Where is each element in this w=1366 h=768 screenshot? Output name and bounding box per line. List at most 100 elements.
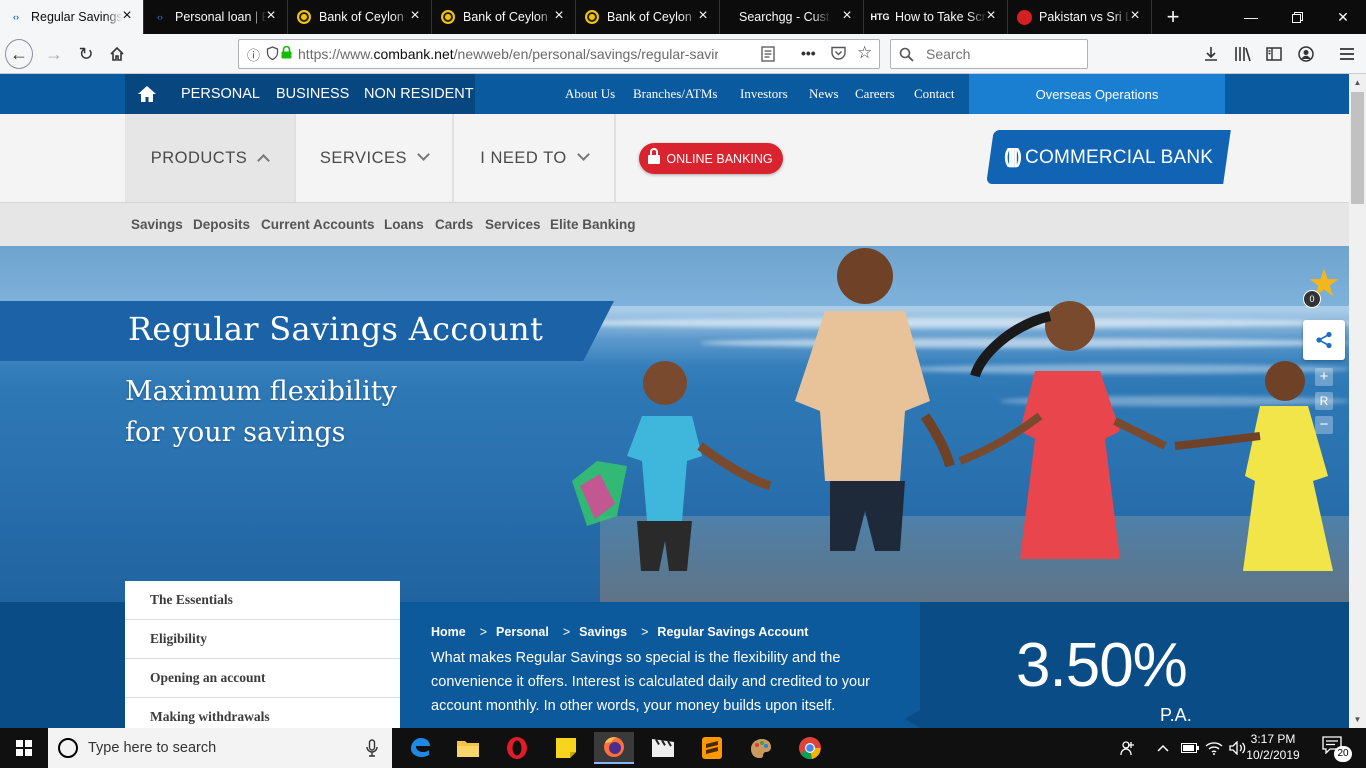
- close-tab-icon[interactable]: ×: [1127, 8, 1143, 24]
- zoom-out-button[interactable]: −: [1315, 416, 1333, 434]
- main-menu: PRODUCTS SERVICES I NEED TO ONLINE BANKI…: [0, 114, 1349, 202]
- tab-bank-of-ceylon-2[interactable]: Bank of Ceylon ×: [432, 0, 576, 34]
- minimize-window-icon[interactable]: —: [1228, 0, 1274, 34]
- browser-tab-strip: ‹› Regular Savings Acco × ‹› Personal lo…: [0, 0, 1366, 34]
- sidebar-toggle-icon[interactable]: [1260, 40, 1288, 68]
- menu-services[interactable]: SERVICES: [296, 114, 454, 202]
- file-explorer-icon[interactable]: [448, 732, 488, 764]
- microphone-icon[interactable]: [366, 739, 378, 757]
- taskbar-search[interactable]: Type here to search: [48, 728, 392, 768]
- new-tab-icon[interactable]: +: [1160, 4, 1186, 30]
- tab-title: Searchgg - Custom Se: [739, 10, 831, 24]
- search-bar[interactable]: Search: [890, 39, 1088, 69]
- zoom-reset-button[interactable]: R: [1315, 392, 1333, 410]
- breadcrumb-home[interactable]: Home: [431, 625, 466, 639]
- submenu-deposits[interactable]: Deposits: [193, 217, 250, 232]
- pocket-icon[interactable]: [831, 46, 846, 63]
- segment-business[interactable]: BUSINESS: [276, 86, 349, 102]
- tab-personal-loan[interactable]: ‹› Personal loan | Busi ×: [144, 0, 288, 34]
- breadcrumb-savings[interactable]: Savings: [579, 625, 627, 639]
- close-window-icon[interactable]: ✕: [1320, 0, 1366, 34]
- battery-icon[interactable]: [1181, 728, 1199, 768]
- tab-regular-savings[interactable]: ‹› Regular Savings Acco ×: [0, 0, 144, 34]
- downloads-icon[interactable]: [1197, 40, 1225, 68]
- tab-searchgg[interactable]: Searchgg - Custom Se ×: [720, 0, 864, 34]
- menu-i-need-to[interactable]: I NEED TO: [454, 114, 616, 202]
- back-button[interactable]: ←: [5, 39, 33, 69]
- zoom-in-button[interactable]: +: [1315, 368, 1333, 386]
- reload-icon[interactable]: ↻: [72, 40, 100, 68]
- hamburger-menu-icon[interactable]: [1333, 40, 1361, 68]
- page-actions-icon[interactable]: •••: [801, 45, 816, 61]
- firefox-icon[interactable]: [594, 732, 634, 764]
- breadcrumb-personal[interactable]: Personal: [496, 625, 549, 639]
- tab-how-to-screenshot[interactable]: HTG How to Take Screensh ×: [864, 0, 1008, 34]
- close-tab-icon[interactable]: ×: [119, 8, 135, 24]
- start-button[interactable]: [0, 728, 48, 768]
- bookmark-star-icon[interactable]: ☆: [857, 43, 872, 63]
- tab-pakistan-vs-sri-lanka[interactable]: Pakistan vs Sri Lanka ×: [1008, 0, 1152, 34]
- restore-window-icon[interactable]: [1274, 0, 1320, 34]
- segment-non-resident[interactable]: NON RESIDENT: [364, 86, 474, 102]
- sublime-text-icon[interactable]: [692, 732, 732, 764]
- sidenav-eligibility[interactable]: Eligibility: [125, 620, 400, 659]
- tab-bank-of-ceylon-1[interactable]: Bank of Ceylon ×: [288, 0, 432, 34]
- info-icon[interactable]: ⓘ: [247, 45, 260, 64]
- link-news[interactable]: News: [809, 86, 839, 102]
- close-tab-icon[interactable]: ×: [983, 8, 999, 24]
- submenu-savings[interactable]: Savings: [131, 217, 183, 232]
- site-home-button[interactable]: [125, 74, 169, 114]
- close-tab-icon[interactable]: ×: [839, 8, 855, 24]
- secure-lock-icon[interactable]: [281, 45, 292, 62]
- menu-label: I NEED TO: [480, 148, 567, 167]
- submenu-loans[interactable]: Loans: [384, 217, 424, 232]
- segment-personal[interactable]: PERSONAL: [181, 86, 260, 102]
- submenu-elite-banking[interactable]: Elite Banking: [550, 217, 636, 232]
- commercial-bank-logo[interactable]: (|||) COMMERCIAL BANK: [986, 130, 1231, 184]
- tab-bank-of-ceylon-3[interactable]: Bank of Ceylon ×: [576, 0, 720, 34]
- menu-products[interactable]: PRODUCTS: [125, 114, 296, 202]
- scroll-up-icon[interactable]: ▲: [1349, 74, 1366, 91]
- submenu-current-accounts[interactable]: Current Accounts: [261, 217, 375, 232]
- tracking-shield-icon[interactable]: [266, 45, 279, 63]
- people-icon[interactable]: [1120, 728, 1136, 768]
- home-icon[interactable]: [103, 40, 131, 68]
- close-tab-icon[interactable]: ×: [695, 8, 711, 24]
- link-careers[interactable]: Careers: [855, 86, 895, 102]
- online-banking-button[interactable]: ONLINE BANKING: [639, 143, 783, 174]
- account-icon[interactable]: [1292, 40, 1320, 68]
- overseas-operations-link[interactable]: Overseas Operations: [969, 74, 1225, 114]
- scrollbar-thumb[interactable]: [1351, 92, 1364, 204]
- scroll-down-icon[interactable]: ▼: [1349, 711, 1366, 728]
- close-tab-icon[interactable]: ×: [263, 8, 279, 24]
- sidenav-the-essentials[interactable]: The Essentials: [125, 581, 400, 620]
- link-about-us[interactable]: About Us: [565, 86, 615, 102]
- tab-title: Pakistan vs Sri Lanka: [1039, 10, 1131, 24]
- close-tab-icon[interactable]: ×: [551, 8, 567, 24]
- taskbar-search-placeholder: Type here to search: [88, 740, 217, 756]
- submenu-services[interactable]: Services: [485, 217, 541, 232]
- submenu-cards[interactable]: Cards: [435, 217, 473, 232]
- paint-app-icon[interactable]: [741, 732, 781, 764]
- sticky-notes-icon[interactable]: [546, 732, 586, 764]
- system-clock[interactable]: 3:17 PM 10/2/2019: [1238, 731, 1308, 763]
- link-investors[interactable]: Investors: [740, 86, 788, 102]
- link-branches-atms[interactable]: Branches/ATMs: [633, 86, 718, 102]
- library-icon[interactable]: [1229, 40, 1257, 68]
- forward-arrow-icon[interactable]: →: [40, 40, 68, 68]
- chrome-icon[interactable]: [790, 732, 830, 764]
- action-center-button[interactable]: 20: [1322, 736, 1352, 762]
- link-contact[interactable]: Contact: [914, 86, 954, 102]
- sidenav-opening-an-account[interactable]: Opening an account: [125, 659, 400, 698]
- video-editor-icon[interactable]: [643, 732, 683, 764]
- edge-icon[interactable]: [400, 732, 440, 764]
- close-tab-icon[interactable]: ×: [407, 8, 423, 24]
- chevron-up-icon[interactable]: [1157, 728, 1169, 768]
- share-button[interactable]: [1303, 320, 1345, 360]
- page-scrollbar[interactable]: ▲ ▼: [1349, 74, 1366, 728]
- hero-title: Regular Savings Account: [128, 310, 544, 348]
- address-bar[interactable]: ⓘ https://www.combank.net/newweb/en/pers…: [238, 39, 880, 69]
- wifi-icon[interactable]: [1205, 728, 1223, 768]
- opera-icon[interactable]: [497, 732, 537, 764]
- reader-view-icon[interactable]: [761, 46, 775, 65]
